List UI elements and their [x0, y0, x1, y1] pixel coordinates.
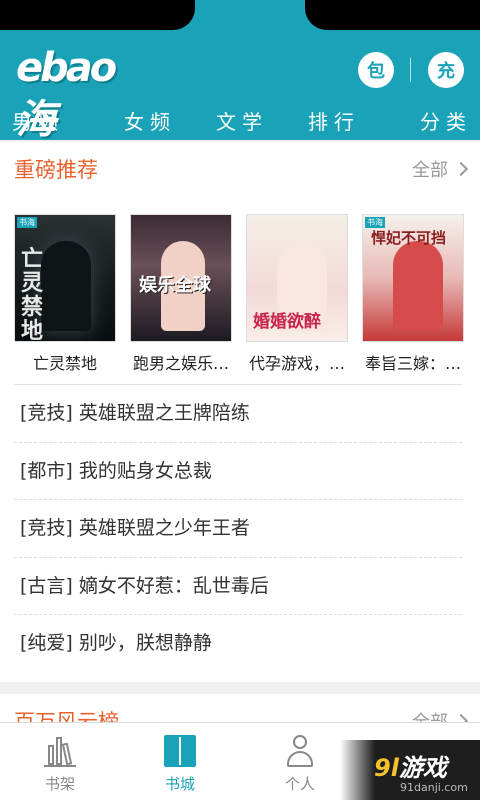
- tab-bookshelf[interactable]: 书架: [0, 723, 120, 800]
- list-item[interactable]: [古言] 嫡女不好惹：乱世毒后: [14, 558, 462, 615]
- watermark-logo: 9l游戏: [374, 754, 447, 782]
- list-item[interactable]: [竞技] 英雄联盟之王牌陪练: [14, 385, 462, 443]
- tab-label: 书架: [44, 775, 75, 793]
- tab-bookstore[interactable]: 书城: [120, 723, 240, 800]
- recharge-button[interactable]: 充: [428, 52, 464, 88]
- cover-title: 娱乐全球: [139, 275, 211, 296]
- list-item[interactable]: [都市] 我的贴身女总裁: [14, 443, 462, 500]
- chevron-right-icon: [453, 161, 469, 177]
- featured-book-list: [竞技] 英雄联盟之王牌陪练 [都市] 我的贴身女总裁 [竞技] 英雄联盟之少年…: [14, 384, 462, 673]
- book-cover[interactable]: 婚婚欲醉: [246, 214, 348, 342]
- tab-label: 书城: [164, 775, 195, 793]
- book-title[interactable]: 奉旨三嫁：…: [362, 350, 464, 374]
- book-title[interactable]: 跑男之娱乐…: [130, 350, 232, 374]
- list-item[interactable]: [纯爱] 别吵，朕想静静: [14, 615, 462, 673]
- book-title[interactable]: 亡灵禁地: [14, 350, 116, 374]
- status-notch-right: [305, 0, 480, 30]
- nav-tab-ranking[interactable]: 排行: [288, 104, 380, 140]
- book-open-icon: [164, 735, 196, 767]
- watermark-url: 91danji.com: [400, 781, 468, 794]
- brand-badge: 书海: [17, 217, 37, 228]
- nav-tab-male[interactable]: 男频: [0, 104, 104, 140]
- book-title[interactable]: 代孕游戏，…: [246, 350, 348, 374]
- book-card[interactable]: 书海 悍妃不可挡 奉旨三嫁：…: [362, 214, 464, 374]
- book-card[interactable]: 婚婚欲醉 代孕游戏，…: [246, 214, 348, 374]
- cover-figure: [393, 241, 443, 331]
- featured-books: 书海 亡灵禁地 亡灵禁地 娱乐全球 跑男之娱乐… 婚婚欲醉 代孕游戏，… 书海: [14, 214, 468, 374]
- more-label: 全部: [412, 160, 448, 181]
- person-icon: [284, 735, 316, 767]
- nav-tab-female[interactable]: 女频: [104, 104, 196, 140]
- app-header: ebao海 包 充 男频 女频 文学 排行 分类: [0, 30, 480, 143]
- list-item[interactable]: [竞技] 英雄联盟之少年王者: [14, 500, 462, 558]
- category-nav: 男频 女频 文学 排行 分类: [0, 104, 480, 140]
- package-button[interactable]: 包: [358, 52, 394, 88]
- featured-section: 重磅推荐 全部 书海 亡灵禁地 亡灵禁地 娱乐全球 跑男之娱乐… 婚婚欲醉 代孕…: [0, 142, 480, 682]
- section-title: 重磅推荐: [14, 158, 98, 182]
- bookshelf-icon: [44, 735, 76, 767]
- status-bar: [0, 0, 480, 30]
- status-notch-left: [0, 0, 195, 30]
- nav-tab-category[interactable]: 分类: [380, 104, 480, 140]
- book-cover[interactable]: 书海 悍妃不可挡: [362, 214, 464, 342]
- book-cover[interactable]: 书海 亡灵禁地: [14, 214, 116, 342]
- nav-tab-literature[interactable]: 文学: [196, 104, 288, 140]
- header-divider: [410, 58, 411, 82]
- book-card[interactable]: 娱乐全球 跑男之娱乐…: [130, 214, 232, 374]
- section-more-link[interactable]: 全部: [412, 156, 469, 182]
- cover-title: 亡灵禁地: [21, 246, 44, 342]
- book-cover[interactable]: 娱乐全球: [130, 214, 232, 342]
- app-logo[interactable]: ebao海: [16, 42, 146, 143]
- cover-title: 悍妃不可挡: [371, 229, 447, 247]
- book-card[interactable]: 书海 亡灵禁地 亡灵禁地: [14, 214, 116, 374]
- cover-title: 婚婚欲醉: [253, 312, 321, 332]
